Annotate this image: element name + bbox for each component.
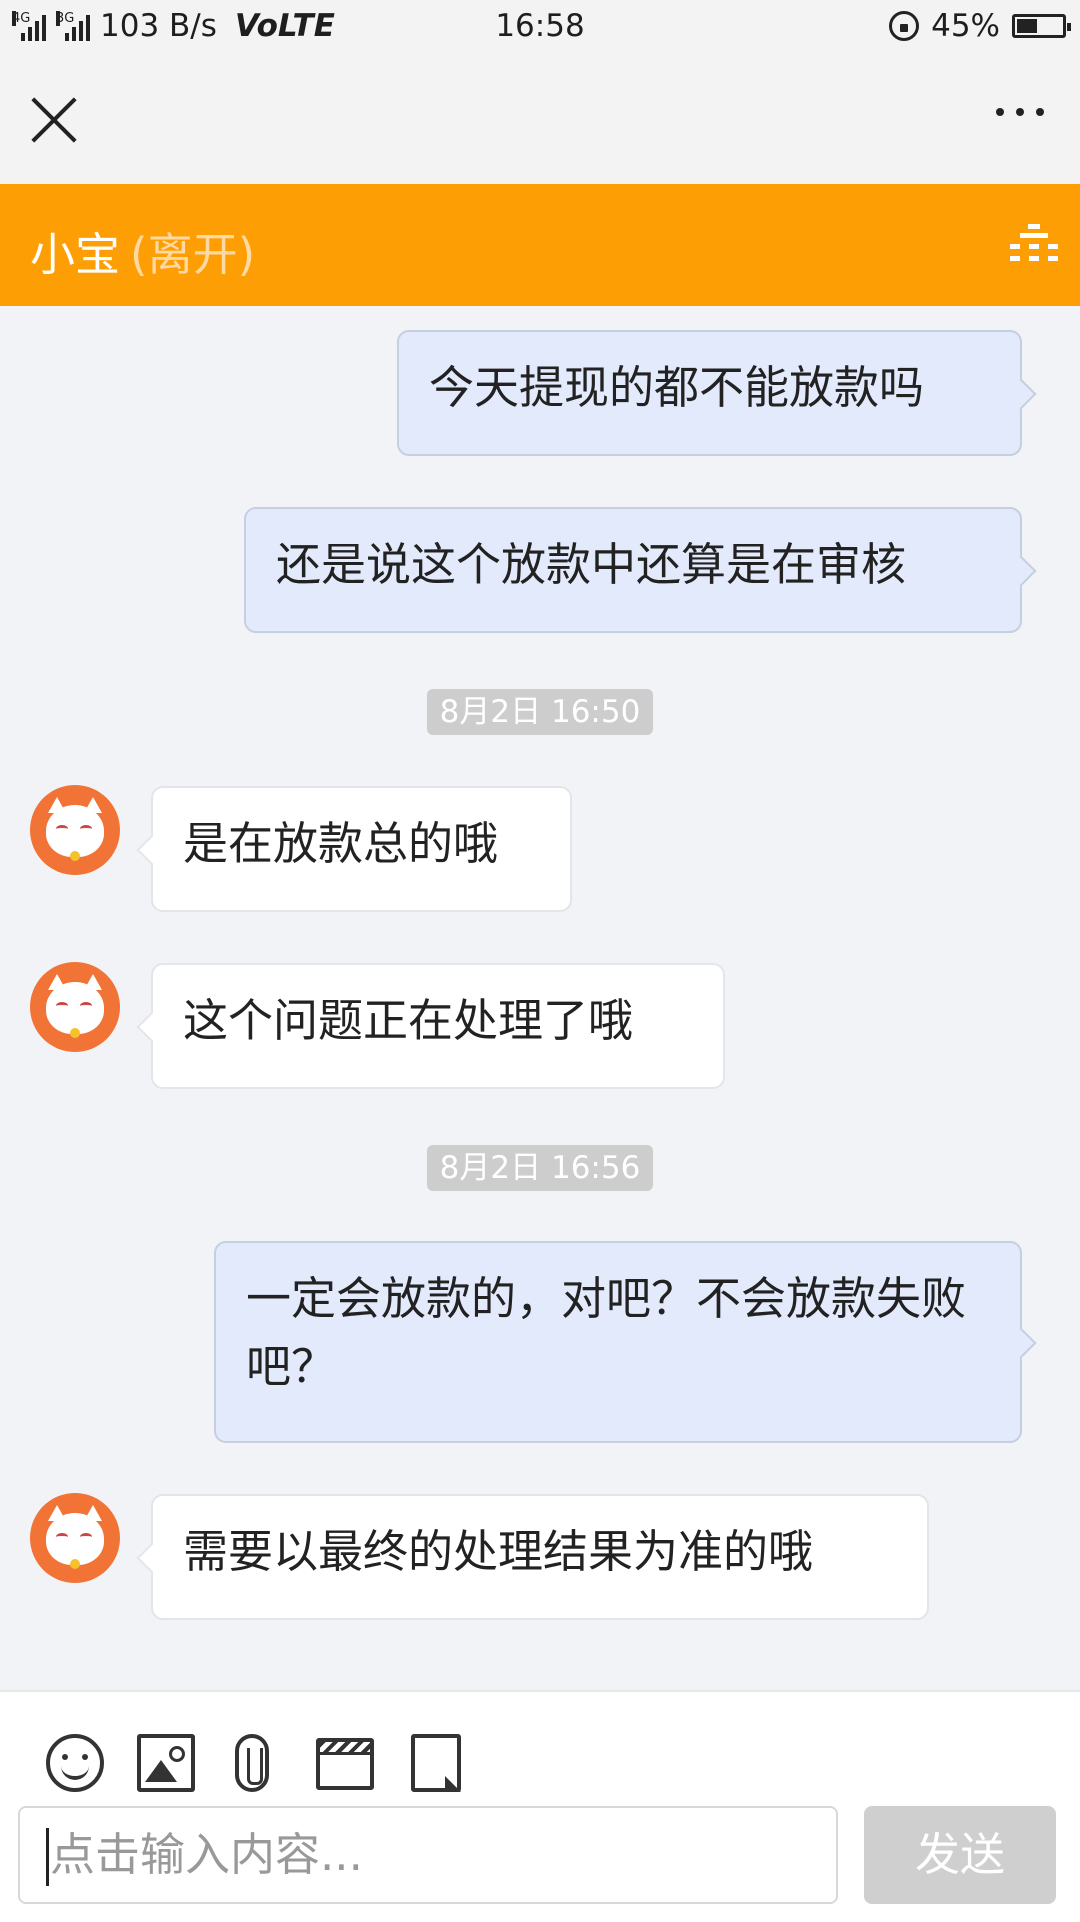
message-bubble-outgoing[interactable]: 今天提现的都不能放款吗 [397,330,1022,456]
agent-title: 小宝 (离开) [30,218,255,283]
image-icon[interactable] [137,1734,195,1792]
more-icon[interactable] [996,108,1044,116]
chat-header: 小宝 (离开) [0,184,1080,306]
status-right: 45% [889,8,1071,44]
note-icon[interactable] [411,1734,461,1792]
agent-avatar[interactable] [30,1493,120,1583]
message-bubble-incoming[interactable]: 是在放款总的哦 [151,786,572,912]
message-bubble-incoming[interactable]: 这个问题正在处理了哦 [151,963,725,1089]
attachment-icon[interactable] [235,1734,269,1792]
message-input[interactable]: 点击输入内容... [18,1806,838,1904]
status-bar: 4G 3G 103 B/s VoLTE 16:58 45% [0,0,1080,56]
message-bubble-outgoing[interactable]: 一定会放款的，对吧？不会放款失败吧？ [214,1241,1022,1443]
menu-icon[interactable] [1010,224,1058,268]
battery-icon [1012,14,1071,38]
agent-avatar[interactable] [30,785,120,875]
timestamp-label: 8月2日 16:56 [427,1145,653,1191]
battery-percent: 45% [931,8,1000,44]
message-input-placeholder: 点击输入内容... [50,1828,363,1881]
message-bubble-outgoing[interactable]: 还是说这个放款中还算是在审核 [244,507,1022,633]
text-caret [46,1828,49,1886]
message-bubble-incoming[interactable]: 需要以最终的处理结果为准的哦 [151,1494,929,1620]
title-bar [0,56,1080,184]
agent-status: (离开) [130,228,256,281]
emoji-icon[interactable] [46,1734,104,1792]
rotation-lock-icon [889,11,920,41]
agent-avatar[interactable] [30,962,120,1052]
input-bar: 点击输入内容... 发送 [0,1690,1080,1922]
close-icon[interactable] [28,94,80,146]
send-button[interactable]: 发送 [864,1806,1056,1904]
timestamp-label: 8月2日 16:50 [427,689,653,735]
video-icon[interactable] [316,1738,374,1790]
agent-name: 小宝 [30,228,121,281]
